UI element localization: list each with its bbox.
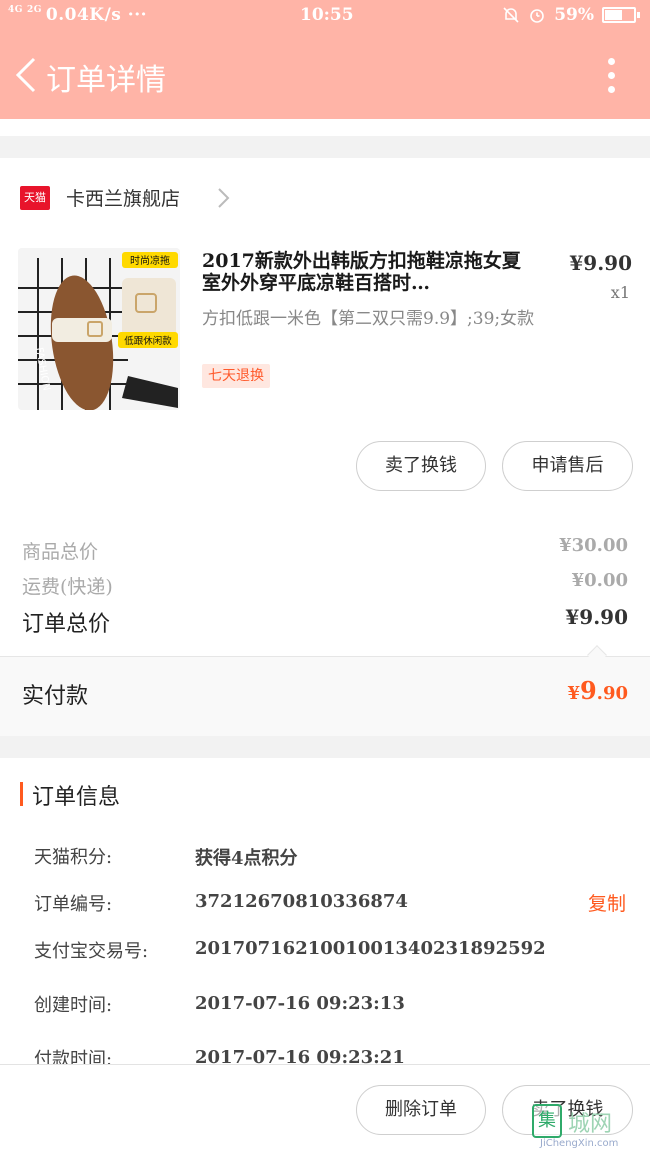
order-total-label: 订单总价: [22, 612, 111, 637]
paid-amount: ¥9.90: [567, 676, 628, 705]
more-vertical-icon[interactable]: [608, 58, 616, 94]
tmall-logo-icon: 天猫: [20, 186, 50, 210]
create-time: 2017-07-16 09:23:13: [195, 993, 405, 1014]
paid-label: 实付款: [22, 684, 89, 709]
header-gap: [0, 119, 650, 136]
goods-total-value: ¥30.00: [559, 535, 628, 556]
delete-order-button[interactable]: 删除订单: [356, 1085, 486, 1135]
copy-button[interactable]: 复制: [588, 889, 626, 916]
info-value: 获得4点积分: [195, 848, 298, 869]
info-label: 订单编号:: [34, 894, 113, 915]
goods-total-label: 商品总价: [22, 541, 99, 563]
status-bar: 4G 2G 0.04K/s ··· 10:55 59%: [0, 0, 650, 32]
order-info-title: 订单信息: [32, 785, 121, 810]
product-image[interactable]: 时尚凉拖 低跟休闲款 FASHION: [18, 248, 180, 410]
chevron-left-icon[interactable]: [12, 57, 42, 93]
page-title: 订单详情: [46, 63, 166, 98]
alarm-icon: [530, 9, 544, 23]
paid-amount-box: [0, 656, 650, 736]
info-label: 创建时间:: [34, 995, 113, 1016]
signal-2g-icon: 2G: [26, 5, 42, 15]
product-quantity: x1: [610, 283, 630, 302]
signal-4g-icon: 4G: [8, 5, 23, 15]
info-label: 支付宝交易号:: [34, 941, 149, 962]
image-label-bottom: 低跟休闲款: [124, 335, 172, 347]
battery-icon: [602, 7, 640, 23]
status-right: 59%: [502, 5, 640, 25]
info-label: 天猫积分:: [34, 847, 113, 868]
product-title[interactable]: 2017新款外出韩版方扣拖鞋凉拖女夏室外外穿平底凉鞋百搭时…: [202, 250, 534, 294]
watermark-logo: 集 城网 JiChengXin.com: [528, 1104, 644, 1152]
battery-percent: 59%: [554, 5, 594, 25]
image-label-top: 时尚凉拖: [130, 254, 170, 267]
paid-currency: ¥: [567, 683, 580, 704]
mute-bell-icon: [503, 7, 519, 23]
paid-decimal: .90: [596, 683, 628, 704]
section-accent-bar: [20, 782, 23, 806]
sell-for-cash-button[interactable]: 卖了换钱: [356, 441, 486, 491]
watermark-url: JiChengXin.com: [540, 1138, 619, 1149]
return-policy-badge: 七天退换: [202, 364, 270, 388]
product-sku: 方扣低跟一米色【第二双只需9.9】;39;女款: [202, 309, 535, 329]
product-price: ¥9.90: [569, 251, 632, 275]
app-header: 4G 2G 0.04K/s ··· 10:55 59% 订单详情: [0, 0, 650, 119]
sandal-image-icon: 时尚凉拖 低跟休闲款 FASHION: [18, 248, 180, 410]
shop-name[interactable]: 卡西兰旗舰店: [66, 184, 180, 211]
chevron-right-icon[interactable]: [213, 186, 233, 210]
watermark-text: 城网: [568, 1112, 613, 1137]
shipping-label: 运费(快递): [22, 576, 113, 598]
network-indicator: 4G 2G 0.04K/s ···: [8, 5, 147, 25]
order-total-value: ¥9.90: [565, 605, 628, 629]
paid-integer: 9: [579, 676, 597, 705]
alipay-trade-number: 2017071621001001340231892592: [195, 938, 546, 959]
status-time: 10:55: [300, 5, 354, 25]
network-speed: 0.04K/s ···: [45, 5, 148, 25]
shipping-value: ¥0.00: [571, 570, 628, 591]
watermark-box: 集: [532, 1104, 562, 1138]
apply-aftersale-button[interactable]: 申请售后: [502, 441, 633, 491]
order-number: 37212670810336874: [195, 891, 408, 912]
